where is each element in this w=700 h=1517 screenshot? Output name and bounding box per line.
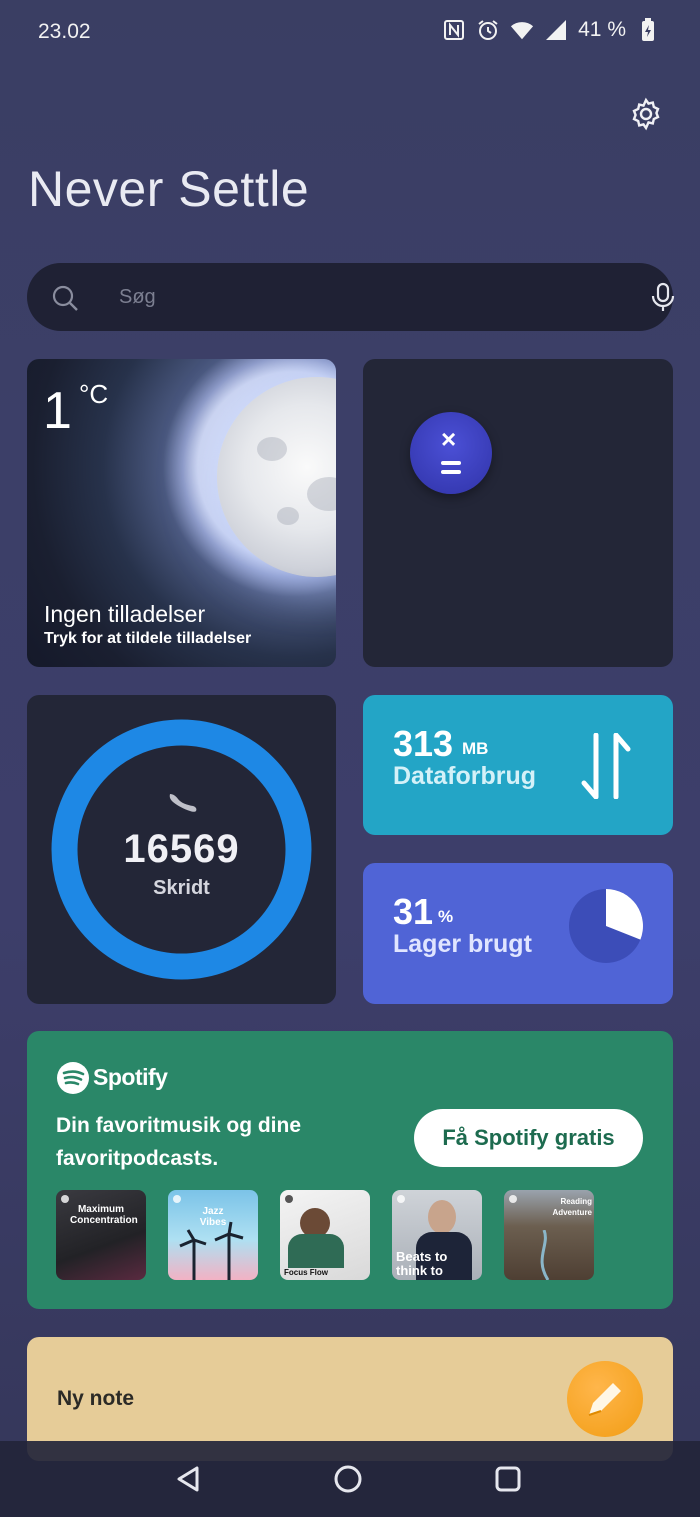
playlist-title: Maximum Concentration xyxy=(70,1204,138,1226)
page-title: Never Settle xyxy=(28,161,310,217)
status-bar: 23.02 41 % xyxy=(0,0,700,64)
recents-button[interactable] xyxy=(490,1461,526,1497)
weather-temperature: 1 xyxy=(43,382,72,440)
playlist-thumb[interactable]: Maximum Concentration xyxy=(56,1190,146,1280)
steps-count: 16569 xyxy=(123,827,240,871)
pencil-icon[interactable] xyxy=(567,1361,643,1437)
home-button[interactable] xyxy=(330,1461,366,1497)
spotify-widget[interactable]: Spotify Din favoritmusik og dine favorit… xyxy=(27,1031,673,1309)
microphone-icon[interactable] xyxy=(649,282,677,312)
steps-widget[interactable]: 16569 Skridt xyxy=(27,695,336,1004)
playlist-thumb[interactable]: Jazz Vibes xyxy=(168,1190,258,1280)
moon-image xyxy=(217,377,336,577)
status-icons: 41 % xyxy=(442,18,660,42)
weather-subtitle: Tryk for at tildele tilladelser xyxy=(44,630,252,647)
storage-widget[interactable]: 31 % Lager brugt xyxy=(363,863,673,1004)
search-bar[interactable]: Søg xyxy=(27,263,675,331)
playlist-thumb[interactable]: Beats to think to xyxy=(392,1190,482,1280)
storage-pie-icon xyxy=(569,889,643,963)
home-icon xyxy=(334,1465,362,1493)
data-usage-label: Dataforbrug xyxy=(393,762,537,790)
storage-label: Lager brugt xyxy=(393,930,532,958)
playlist-thumb[interactable]: Focus Flow xyxy=(280,1190,370,1280)
back-icon xyxy=(177,1466,199,1492)
playlist-title: Reading Adventure xyxy=(552,1197,592,1217)
signal-icon xyxy=(544,18,568,42)
weather-temperature-unit: °C xyxy=(79,379,109,409)
playlist-thumb[interactable]: Reading Adventure xyxy=(504,1190,594,1280)
search-input[interactable]: Søg xyxy=(119,286,156,309)
data-usage-value: 313 xyxy=(393,723,454,764)
spotify-tagline: Din favoritmusik og dine favoritpodcasts… xyxy=(56,1114,302,1170)
calculator-icon[interactable]: × xyxy=(410,412,492,494)
shoe-icon xyxy=(169,794,197,812)
note-label: Ny note xyxy=(57,1387,135,1410)
recents-icon xyxy=(495,1466,521,1492)
back-button[interactable] xyxy=(170,1461,206,1497)
battery-percent: 41 % xyxy=(578,18,626,41)
weather-title: Ingen tilladelser xyxy=(44,601,206,627)
gear-icon xyxy=(632,97,660,131)
calculator-widget[interactable]: × xyxy=(363,359,673,667)
playlist-title: Beats to think to xyxy=(396,1249,448,1278)
settings-button[interactable] xyxy=(628,96,664,132)
weather-widget[interactable]: 1 °C Ingen tilladelser Tryk for at tilde… xyxy=(27,359,336,667)
playlist-title: Focus Flow xyxy=(284,1268,328,1277)
data-transfer-icon xyxy=(581,733,631,799)
spotify-cta-button[interactable]: Få Spotify gratis xyxy=(414,1109,643,1167)
nfc-icon xyxy=(442,18,466,42)
data-usage-unit: MB xyxy=(462,739,489,758)
storage-value: 31 xyxy=(393,891,434,932)
steps-label: Skridt xyxy=(153,877,210,899)
battery-charging-icon xyxy=(636,18,660,42)
status-time: 23.02 xyxy=(38,20,91,43)
storage-unit: % xyxy=(438,907,454,926)
navigation-bar xyxy=(0,1441,700,1517)
spotify-brand: Spotify xyxy=(93,1064,168,1090)
wifi-icon xyxy=(510,18,534,42)
search-icon xyxy=(52,285,78,311)
spotify-logo-icon xyxy=(57,1062,89,1094)
alarm-icon xyxy=(476,18,500,42)
data-usage-widget[interactable]: 313 MB Dataforbrug xyxy=(363,695,673,835)
